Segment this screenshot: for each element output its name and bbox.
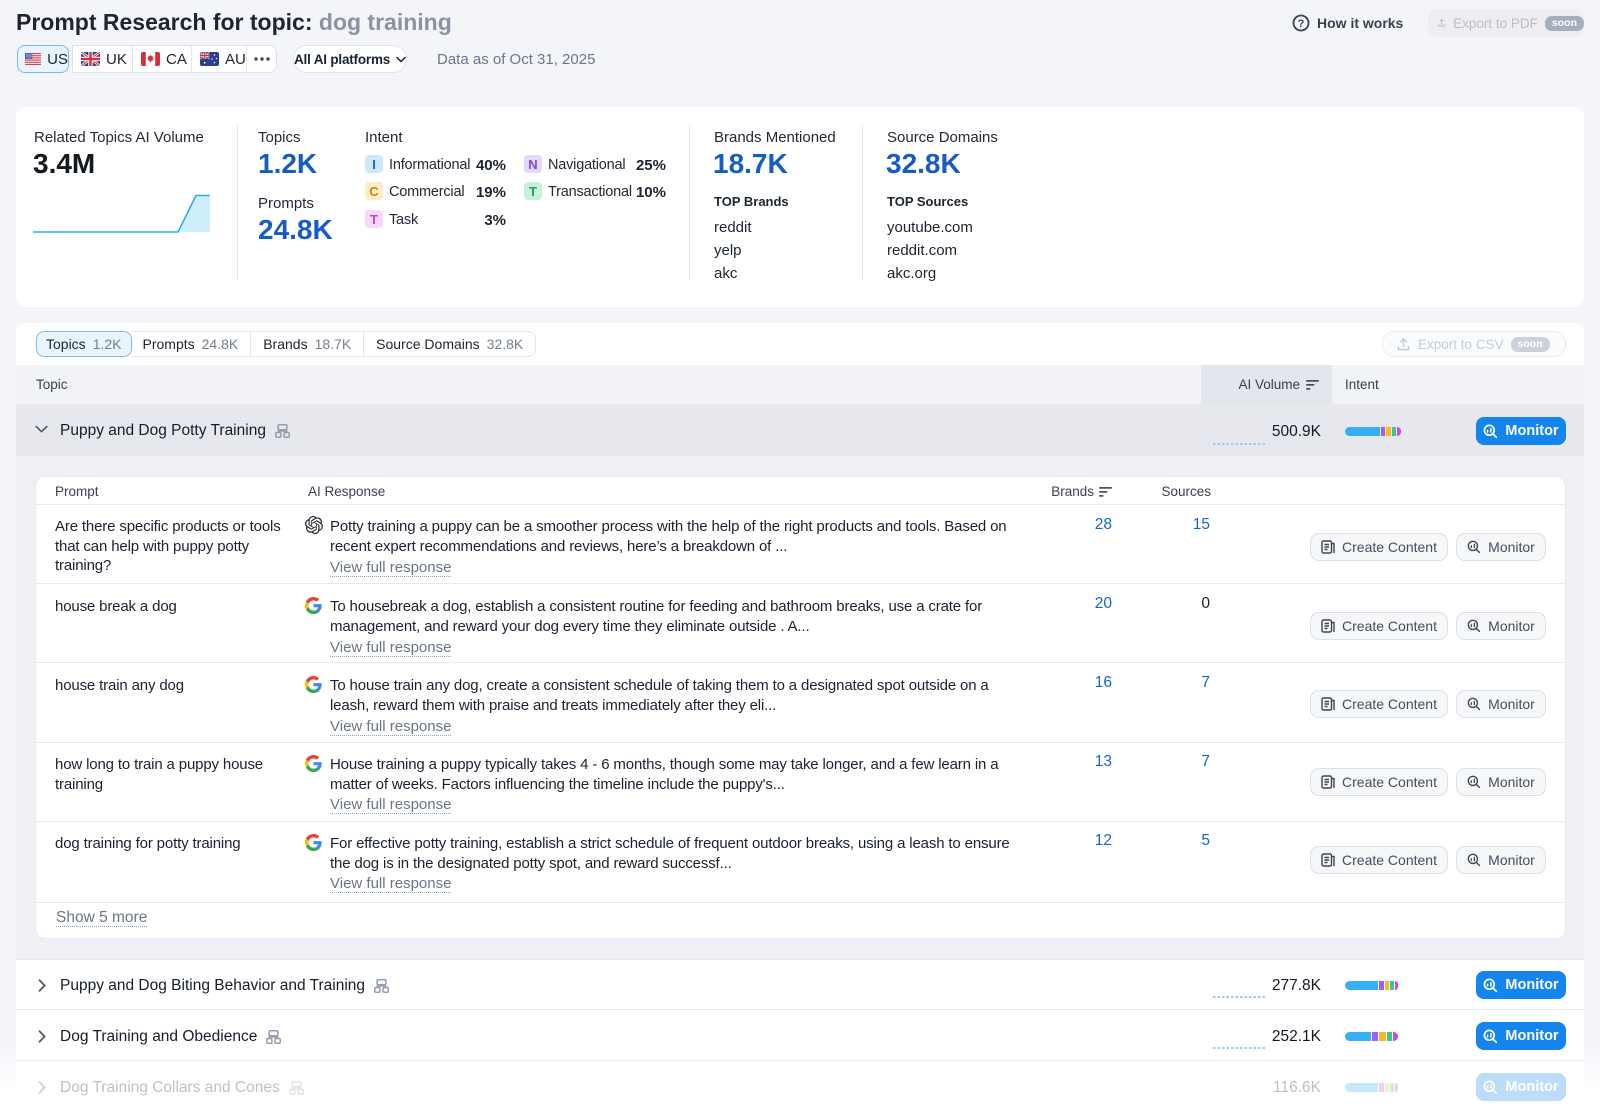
svg-text:?: ? (1298, 18, 1305, 30)
